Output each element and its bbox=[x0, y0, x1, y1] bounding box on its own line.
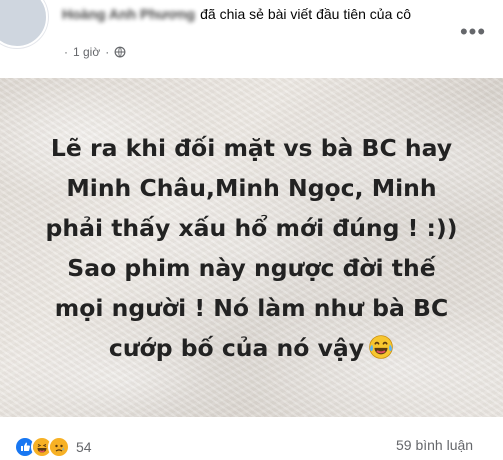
laughing-tears-emoji-icon bbox=[369, 335, 393, 359]
more-horizontal-icon: ••• bbox=[459, 19, 487, 44]
caption-line: Minh Châu,Minh Ngọc, Minh bbox=[66, 174, 437, 202]
comments-count-link[interactable]: 59 bình luận bbox=[396, 437, 473, 453]
reactions-summary[interactable]: 54 bbox=[14, 436, 92, 458]
caption-line: Sao phim này ngược đời thế bbox=[67, 254, 436, 282]
caption-line-last: cướp bố của nó vậy bbox=[0, 328, 503, 368]
post-meta: · 1 giờ · bbox=[62, 45, 126, 59]
caption-line: Lẽ ra khi đối mặt vs bà BC hay bbox=[50, 134, 453, 162]
caption-line: mọi người ! Nó làm như bà BC bbox=[54, 294, 449, 322]
author-name[interactable]: Hoàng Anh Phương bbox=[62, 6, 195, 22]
post-action-text: đã chia sẻ bài viết đầu tiên của cô bbox=[200, 6, 412, 22]
globe-icon[interactable] bbox=[114, 46, 126, 58]
image-caption: Lẽ ra khi đối mặt vs bà BC hay Minh Châu… bbox=[0, 128, 503, 368]
post-footer: 54 59 bình luận bbox=[0, 417, 503, 460]
meta-separator: · bbox=[64, 45, 68, 59]
author-avatar[interactable] bbox=[0, 0, 48, 48]
caption-line: phải thấy xấu hổ mới đúng ! :)) bbox=[45, 214, 458, 242]
more-options-button[interactable]: ••• bbox=[455, 18, 491, 46]
reaction-count[interactable]: 54 bbox=[76, 439, 92, 455]
meta-separator: · bbox=[105, 45, 110, 59]
post-image[interactable]: Lẽ ra khi đối mặt vs bà BC hay Minh Châu… bbox=[0, 78, 503, 417]
author-line: Hoàng Anh Phương đã chia sẻ bài viết đầu … bbox=[62, 4, 411, 24]
post-time[interactable]: 1 giờ bbox=[73, 45, 100, 59]
sad-reaction-icon bbox=[48, 436, 70, 458]
post-header: Hoàng Anh Phương đã chia sẻ bài viết đầu … bbox=[0, 0, 503, 78]
caption-line: cướp bố của nó vậy bbox=[108, 334, 365, 362]
